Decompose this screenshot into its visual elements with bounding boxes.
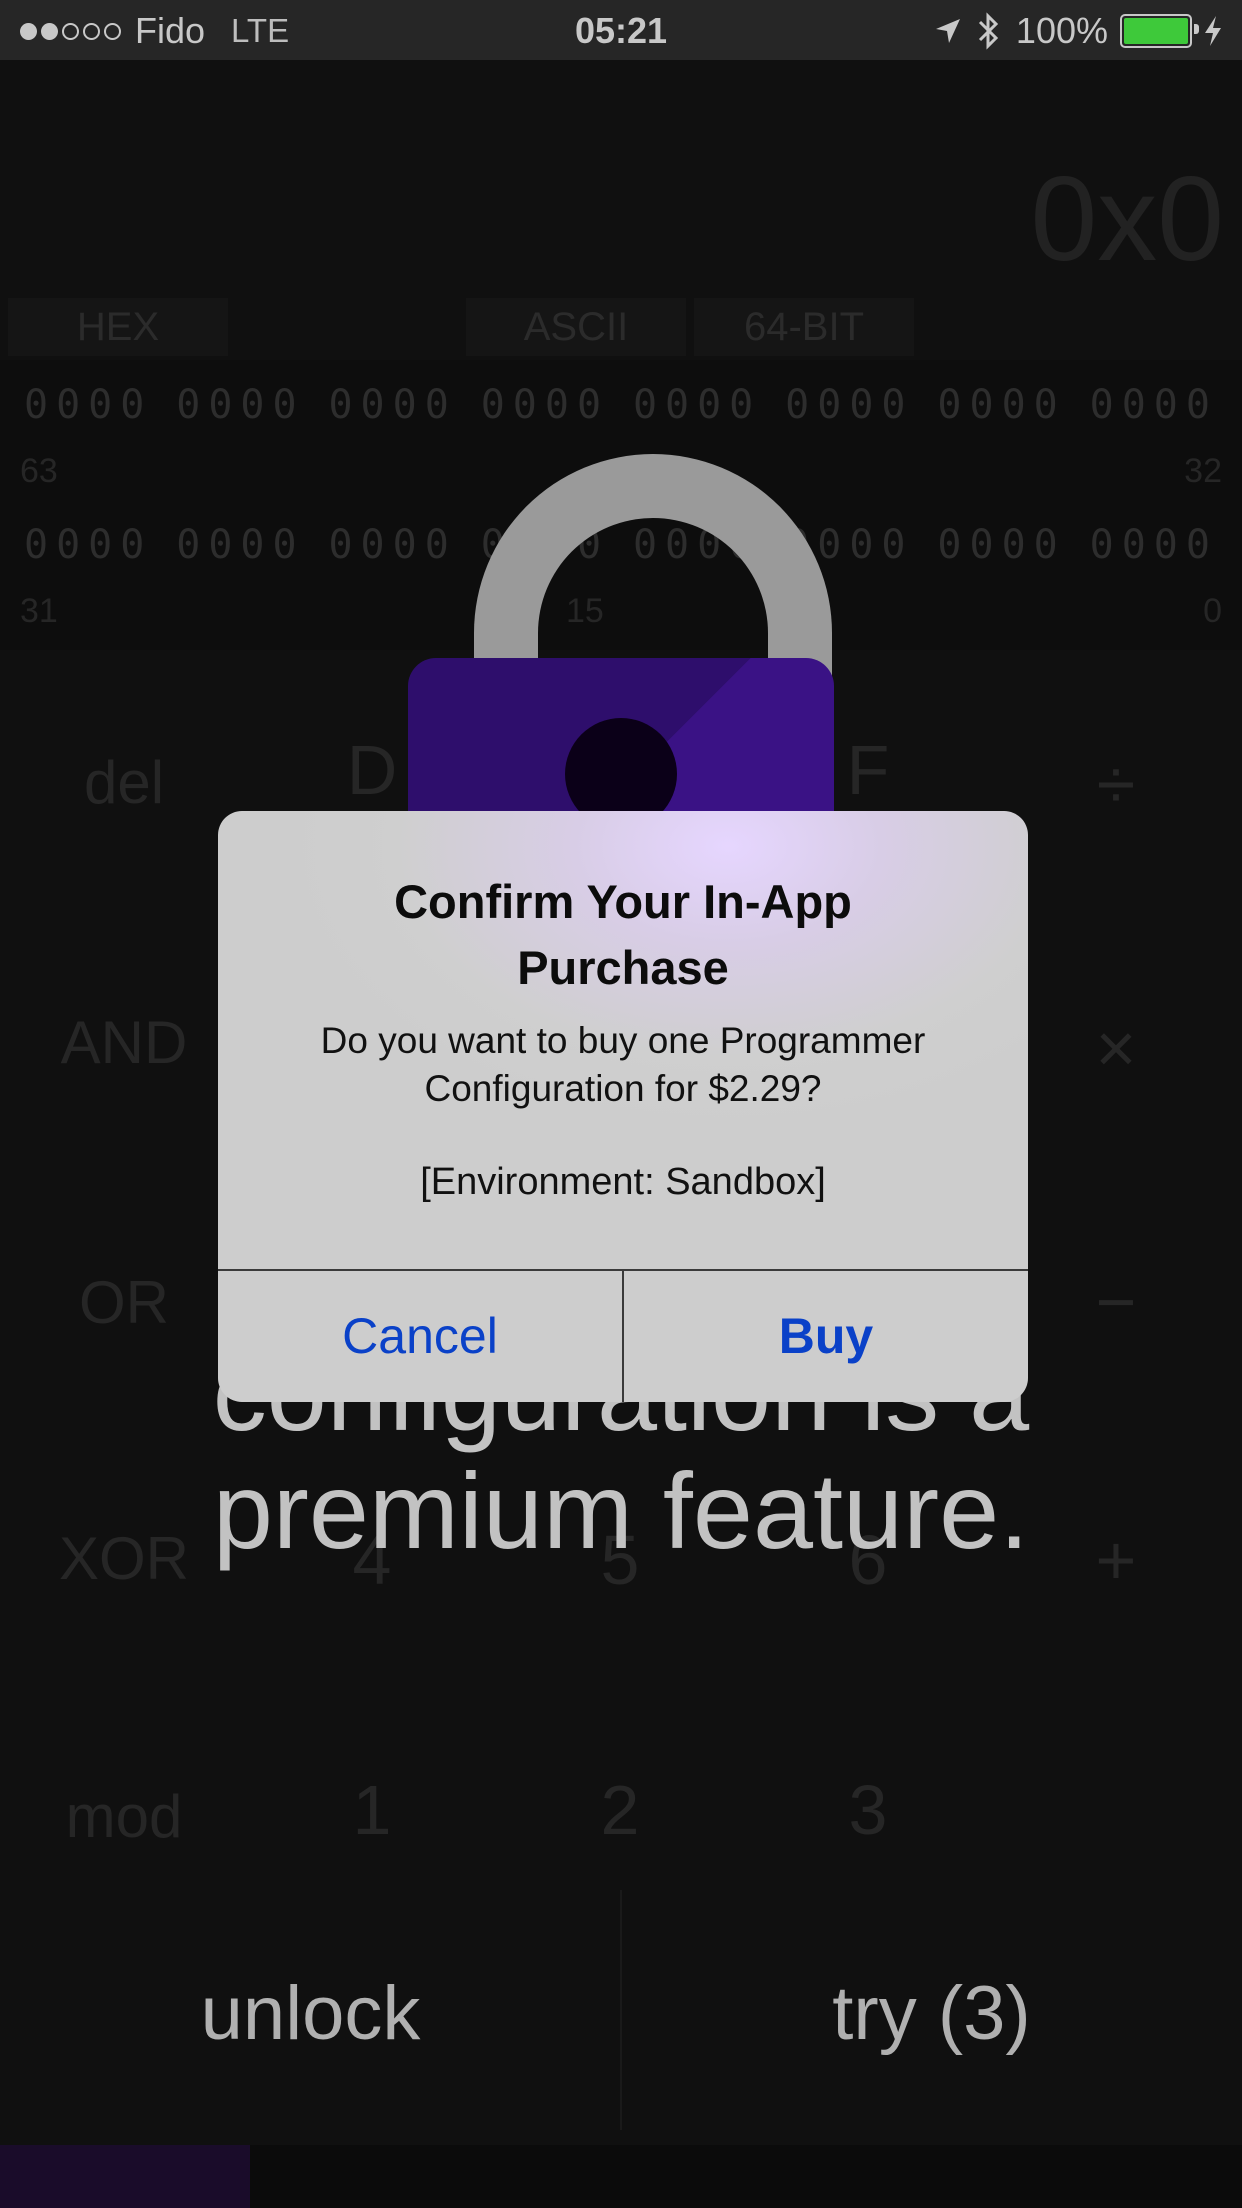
key-2[interactable]: 2: [520, 1770, 720, 1850]
dialog-message-line2: Configuration for $2.29?: [424, 1068, 822, 1109]
bit-group[interactable]: 0000: [328, 382, 456, 428]
battery-tip: [1194, 24, 1199, 34]
bottom-strip: [0, 2145, 1242, 2208]
location-arrow-icon: [935, 19, 960, 43]
lightning-icon: [1205, 16, 1221, 46]
dialog-environment: [Environment: Sandbox]: [420, 1161, 826, 1203]
unlock-button[interactable]: unlock: [0, 1970, 621, 2057]
bottom-accent: [0, 2145, 250, 2208]
bit-group[interactable]: 0000: [176, 382, 304, 428]
bit-index-31: 31: [20, 592, 58, 630]
bit-group[interactable]: 0000: [176, 522, 304, 568]
battery-level: [1124, 18, 1188, 44]
bit-group[interactable]: 0000: [481, 382, 609, 428]
buy-button[interactable]: Buy: [624, 1271, 1028, 1402]
bit-group[interactable]: 0000: [633, 382, 761, 428]
lock-icon: [408, 454, 834, 918]
status-bar: Fido LTE 05:21 100%: [0, 0, 1242, 60]
battery-icon: [1120, 14, 1199, 48]
key-3[interactable]: 3: [768, 1770, 968, 1850]
bit-group[interactable]: 0000: [24, 522, 152, 568]
premium-text-line2: premium feature.: [212, 1450, 1030, 1571]
battery-percent: 100%: [1015, 10, 1108, 51]
bit-index-32: 32: [1184, 452, 1222, 490]
bit-index-63: 63: [20, 452, 58, 490]
dialog-message: Do you want to buy one Programmer Config…: [258, 1017, 988, 1113]
dialog-title-line1: Confirm Your In-App: [394, 875, 852, 928]
key-and[interactable]: AND: [24, 1008, 224, 1077]
key-or[interactable]: OR: [24, 1268, 224, 1337]
cancel-button[interactable]: Cancel: [218, 1271, 622, 1402]
key-mod[interactable]: mod: [24, 1782, 224, 1851]
bit-group[interactable]: 0000: [937, 382, 1065, 428]
bluetooth-icon: [978, 12, 999, 50]
bit-group[interactable]: 0000: [1090, 382, 1218, 428]
tab-64-bit[interactable]: 64-BIT: [694, 298, 914, 356]
purchase-confirm-dialog: Confirm Your In-App Purchase Do you want…: [218, 811, 1028, 1402]
calculator-display: 0x0: [1030, 152, 1224, 286]
bit-group[interactable]: 0000: [785, 382, 913, 428]
status-right: 100%: [934, 10, 1224, 52]
key-multiply[interactable]: ×: [1016, 1008, 1216, 1088]
bit-row-upper: 0000 0000 0000 0000 0000 0000 0000 0000: [24, 382, 1218, 428]
key-1[interactable]: 1: [272, 1770, 472, 1850]
dialog-message-line1: Do you want to buy one Programmer: [320, 1020, 926, 1061]
dialog-title: Confirm Your In-App Purchase: [258, 869, 988, 1001]
key-divide[interactable]: ÷: [1016, 744, 1216, 824]
bit-group[interactable]: 0000: [1090, 522, 1218, 568]
bit-index-0: 0: [1203, 592, 1222, 630]
bit-group[interactable]: 0000: [937, 522, 1065, 568]
try-button[interactable]: try (3): [621, 1970, 1242, 2057]
bit-group[interactable]: 0000: [24, 382, 152, 428]
tab-hex[interactable]: HEX: [8, 298, 228, 356]
tab-ascii[interactable]: ASCII: [466, 298, 686, 356]
key-del[interactable]: del: [24, 748, 224, 817]
dialog-title-line2: Purchase: [517, 941, 729, 994]
